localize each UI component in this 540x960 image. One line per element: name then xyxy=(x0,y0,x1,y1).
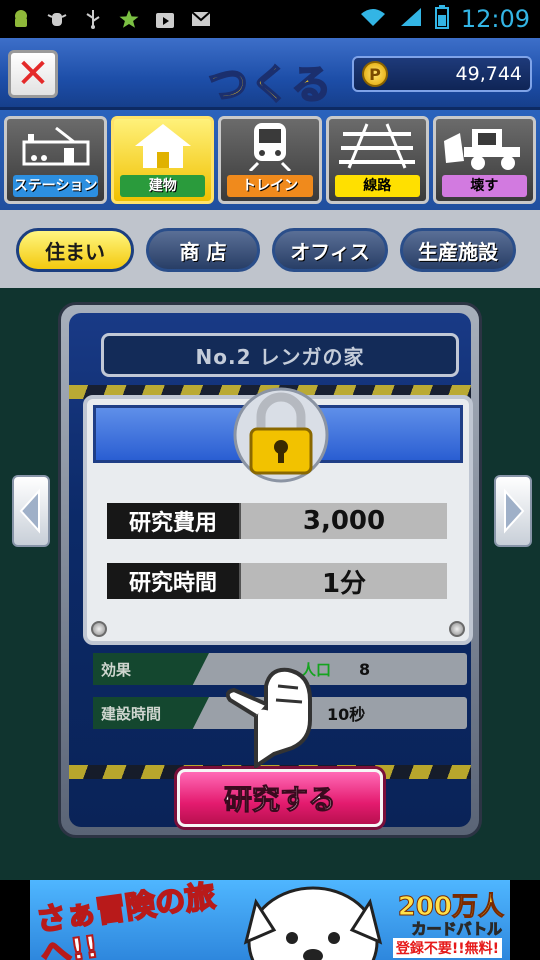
tab-shop[interactable]: 商 店 xyxy=(146,228,260,272)
category-tabs: ステーション 建物 トレイン 線路 壊す xyxy=(0,110,540,210)
chevron-right-icon xyxy=(504,488,525,534)
system-indicators: 12:09 xyxy=(359,5,530,33)
dog-character-icon xyxy=(243,886,383,960)
train-icon xyxy=(221,119,318,173)
tab-label: ステーション xyxy=(13,175,99,197)
close-button[interactable]: ✕ xyxy=(8,50,58,98)
prev-arrow-button[interactable] xyxy=(12,475,50,547)
research-time-value: 1分 xyxy=(321,568,367,599)
tab-demolish[interactable]: 壊す xyxy=(432,116,537,204)
tab-label: トレイン xyxy=(227,175,313,197)
research-button[interactable]: 研究する xyxy=(177,769,383,827)
bug-icon xyxy=(46,8,68,30)
coin-amount: 49,744 xyxy=(455,63,522,85)
effect-value: 8 xyxy=(359,659,371,679)
chevron-left-icon xyxy=(19,488,40,534)
page-title: つくる xyxy=(207,61,334,109)
rivet xyxy=(91,621,107,637)
coin-balance: P 49,744 xyxy=(352,56,532,92)
ad-right-small: 登録不要!!無料! xyxy=(392,938,502,958)
house-icon xyxy=(114,119,211,173)
station-icon xyxy=(7,119,104,173)
ad-left-text: さぁ冒険の旅へ!! xyxy=(33,880,218,960)
battery-icon xyxy=(434,5,449,33)
play-store-icon xyxy=(154,8,176,30)
tab-office[interactable]: オフィス xyxy=(272,228,388,272)
usb-icon xyxy=(82,8,104,30)
effect-label: 効果 xyxy=(93,653,209,685)
tab-station[interactable]: ステーション xyxy=(4,116,108,204)
bulldozer-icon xyxy=(436,119,533,173)
research-cost-row: 研究費用 3,000 xyxy=(107,503,447,539)
research-cost-value: 3,000 xyxy=(302,506,386,536)
lock-icon xyxy=(233,387,329,483)
tab-label: 線路 xyxy=(334,175,420,197)
notification-icons xyxy=(10,8,212,30)
gmail-icon xyxy=(190,8,212,30)
rivet xyxy=(449,621,465,637)
build-time-value: 10秒 xyxy=(327,705,366,724)
pointing-hand-icon xyxy=(226,667,312,768)
research-cost-label: 研究費用 xyxy=(107,503,241,539)
ad-banner[interactable]: さぁ冒険の旅へ!! 200万人 カードバトル 登録不要!!無料! xyxy=(30,880,510,960)
clock: 12:09 xyxy=(460,5,530,33)
signal-icon xyxy=(399,6,423,32)
wifi-icon xyxy=(359,6,387,32)
tab-train[interactable]: トレイン xyxy=(218,116,322,204)
sub-tabs: 住まい 商 店 オフィス 生産施設 xyxy=(0,210,540,288)
tab-production[interactable]: 生産施設 xyxy=(400,228,516,272)
building-name: No.2 レンガの家 xyxy=(101,333,459,377)
coin-icon: P xyxy=(362,61,388,87)
ad-right-mid: カードバトル xyxy=(411,920,502,939)
railway-icon xyxy=(329,119,426,173)
tab-residence[interactable]: 住まい xyxy=(16,228,134,272)
star-icon xyxy=(118,8,140,30)
tab-label: 建物 xyxy=(120,175,206,197)
research-time-label: 研究時間 xyxy=(107,563,241,599)
status-bar: 12:09 xyxy=(0,0,540,38)
research-time-row: 研究時間 1分 xyxy=(107,563,447,599)
build-time-label: 建設時間 xyxy=(93,697,209,729)
android-icon xyxy=(10,8,32,30)
next-arrow-button[interactable] xyxy=(494,475,532,547)
tab-label: 壊す xyxy=(441,175,528,197)
close-icon: ✕ xyxy=(16,51,50,97)
tab-building[interactable]: 建物 xyxy=(111,116,215,204)
tab-railway[interactable]: 線路 xyxy=(325,116,429,204)
top-bar: ✕ つくる P 49,744 xyxy=(0,38,540,110)
